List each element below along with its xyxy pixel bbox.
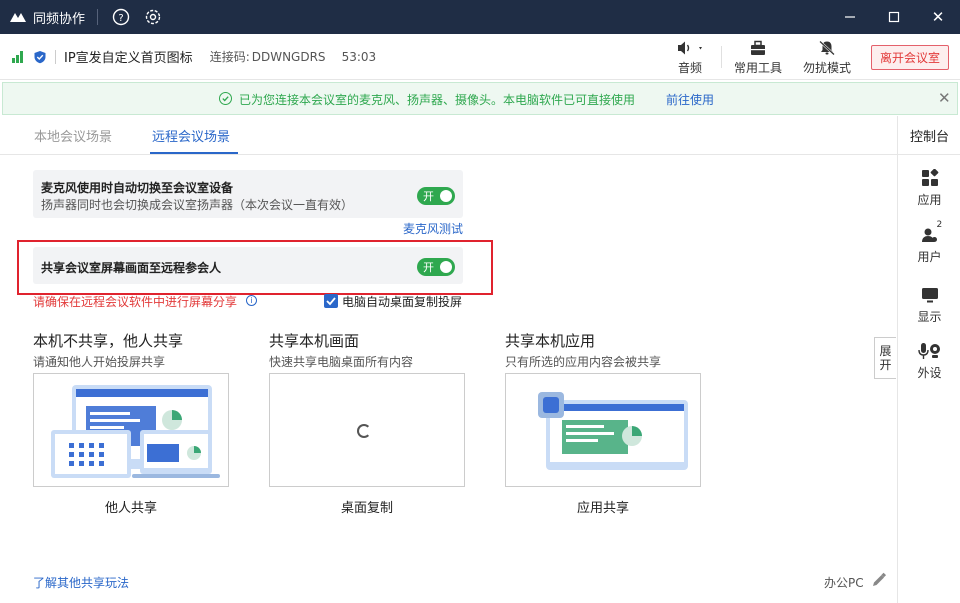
common-tools-label: 常用工具 [733, 60, 782, 75]
users-icon: 2 [921, 220, 942, 246]
help-icon[interactable]: ? [112, 8, 130, 26]
meeting-name: IP宣发自定义首页图标 [64, 51, 193, 66]
option-app-share-title: 共享本机应用 [505, 332, 596, 350]
close-button[interactable]: ✕ [916, 0, 960, 34]
meeting-duration: 53:03 [341, 49, 377, 64]
option-others-share-title: 本机不共享，他人共享 [33, 332, 184, 350]
connection-code-label: 连接码: [209, 50, 250, 64]
tab-local-meeting[interactable]: 本地会议场景 [34, 126, 112, 145]
toggle-knob [440, 190, 452, 202]
chevron-down-icon [699, 46, 702, 49]
mic-camera-icon [917, 340, 942, 362]
leave-meeting-room-button[interactable]: 离开会议室 [871, 45, 949, 70]
toggle-state-label: 开 [423, 190, 434, 203]
mic-auto-switch-description: 扬声器同时也会切换成会议室扬声器（本次会议一直有效） [41, 198, 354, 212]
auto-copy-checkbox[interactable] [324, 294, 338, 308]
mic-auto-switch-card: 麦克风使用时自动切换至会议室设备 扬声器同时也会切换成会议室扬声器（本次会议一直… [33, 170, 463, 218]
monitor-icon [921, 284, 939, 306]
maximize-button[interactable] [872, 0, 916, 34]
users-label: 用户 [917, 250, 942, 264]
sidebar-item-apps[interactable]: 应用 [898, 167, 960, 208]
minimize-button[interactable] [828, 0, 872, 34]
option-app-share-description: 只有所选的应用内容会被共享 [505, 355, 662, 369]
security-shield-icon [33, 50, 47, 64]
do-not-disturb-button[interactable]: 勿扰模式 [798, 34, 856, 80]
option-desktop-share-caption: 桌面复制 [340, 501, 393, 516]
common-tools-button[interactable]: 常用工具 [730, 34, 786, 80]
connection-notice: 已为您连接本会议室的麦克风、扬声器、摄像头。本电脑软件已可直接使用 前往使用 ✕ [2, 82, 958, 115]
scene-tabs: 本地会议场景 远程会议场景 [0, 116, 897, 155]
speaker-icon [675, 39, 705, 57]
signal-strength-icon [12, 50, 26, 63]
settings-gear-icon[interactable] [144, 8, 162, 26]
expand-label-bottom: 开 [879, 358, 892, 372]
others-share-card[interactable] [33, 373, 229, 487]
title-divider [97, 9, 99, 25]
device-name: 办公PC [824, 576, 864, 590]
sidebar-item-users[interactable]: 2 用户 [898, 220, 960, 265]
do-not-disturb-label: 勿扰模式 [802, 60, 851, 75]
option-desktop-share-title: 共享本机画面 [269, 332, 360, 350]
option-desktop-share-description: 快速共享电脑桌面所有内容 [269, 355, 414, 369]
console-title: 控制台 [898, 116, 960, 155]
mic-test-link[interactable]: 麦克风测试 [403, 220, 463, 237]
learn-more-share-link[interactable]: 了解其他共享玩法 [33, 574, 129, 591]
active-tab-indicator [150, 152, 238, 154]
tab-remote-meeting[interactable]: 远程会议场景 [152, 126, 230, 145]
option-others-share-caption: 他人共享 [104, 501, 157, 516]
title-bar: 同频协作 ? ✕ [0, 0, 960, 34]
sidebar-item-display[interactable]: 显示 [898, 284, 960, 325]
check-circle-icon [219, 92, 232, 105]
app-share-illustration [538, 392, 688, 470]
go-use-link[interactable]: 前往使用 [666, 91, 714, 108]
checkmark-icon [326, 297, 336, 306]
app-share-card[interactable] [505, 373, 701, 487]
mic-auto-switch-toggle[interactable]: 开 [417, 187, 455, 205]
highlight-frame [17, 240, 493, 295]
audio-button[interactable]: 音频 [664, 34, 716, 80]
connection-code: DDWNGDRS [251, 49, 326, 64]
mic-auto-switch-title: 麦克风使用时自动切换至会议室设备 [41, 181, 234, 195]
notice-message: 已为您连接本会议室的麦克风、扬声器、摄像头。本电脑软件已可直接使用 [239, 93, 636, 107]
expand-label-top: 展 [879, 344, 892, 358]
info-icon[interactable]: i [246, 295, 257, 306]
app-name: 同频协作 [33, 11, 86, 27]
svg-text:?: ? [118, 13, 123, 24]
others-share-illustration [51, 385, 220, 478]
loading-spinner-icon [357, 424, 371, 438]
option-app-share-caption: 应用共享 [576, 501, 629, 516]
app-logo-icon [9, 10, 27, 24]
expand-panel-button[interactable]: 展 开 [874, 337, 896, 379]
apps-grid-icon [921, 167, 939, 189]
notice-close-icon[interactable]: ✕ [938, 89, 951, 107]
user-count-badge: 2 [936, 220, 943, 230]
muted-bell-icon [818, 39, 836, 57]
info-divider [55, 49, 56, 64]
meeting-info-bar: IP宣发自定义首页图标 连接码: DDWNGDRS 53:03 音频 常用工具 … [0, 34, 960, 80]
toolbox-icon [749, 39, 767, 57]
option-others-share-description: 请通知他人开始投屏共享 [33, 355, 166, 369]
share-warning-text: 请确保在远程会议软件中进行屏幕分享 [33, 295, 238, 309]
edit-pencil-icon[interactable] [871, 572, 887, 591]
sidebar-item-peripherals[interactable]: 外设 [898, 340, 960, 381]
display-label: 显示 [917, 310, 942, 324]
tool-divider [721, 46, 722, 68]
apps-label: 应用 [917, 193, 942, 207]
auto-copy-label: 电脑自动桌面复制投屏 [342, 295, 463, 309]
audio-label: 音频 [677, 60, 702, 75]
console-sidebar: 控制台 应用 2 用户 显示 外设 [897, 116, 960, 603]
peripherals-label: 外设 [917, 366, 942, 380]
